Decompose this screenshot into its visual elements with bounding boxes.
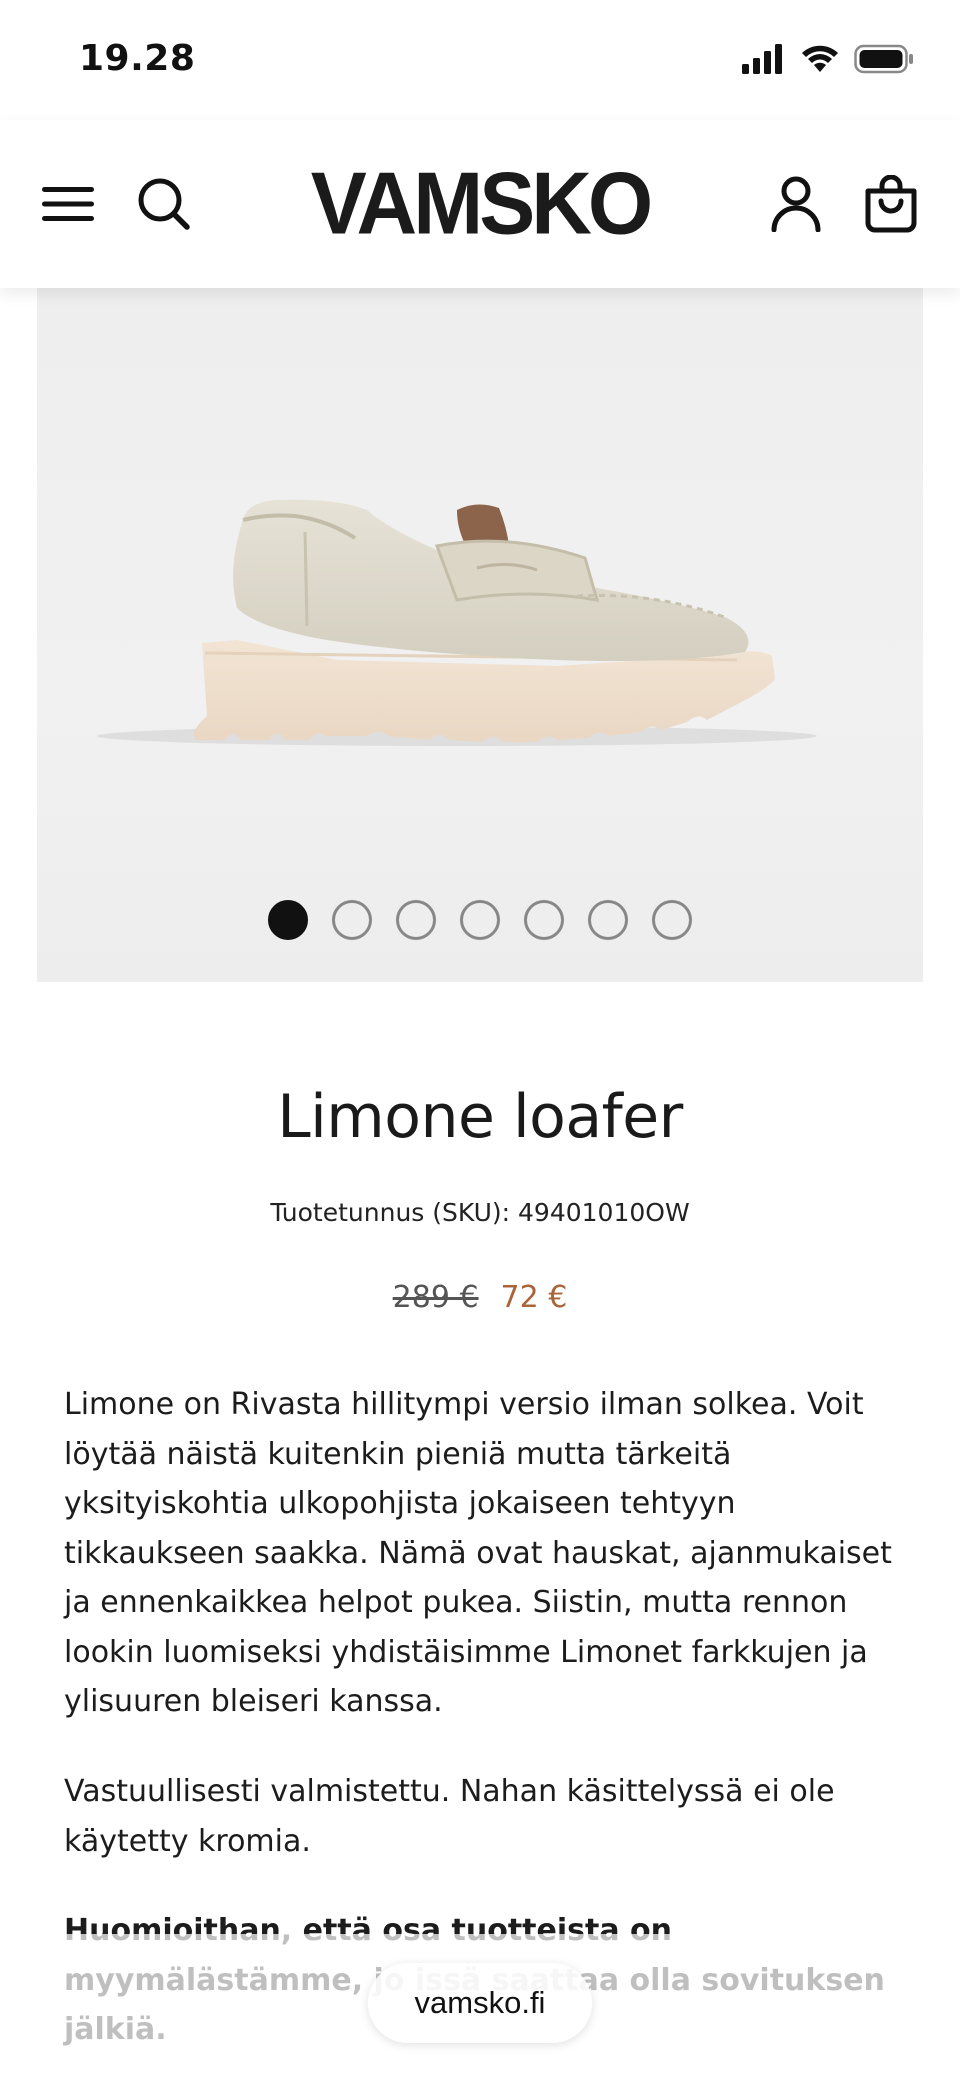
gallery-dot-2[interactable] [332,900,372,940]
address-bar[interactable]: vamsko.fi [368,1963,592,2043]
site-header: VAMSKO [0,120,960,288]
cart-button[interactable] [860,120,922,288]
battery-icon [854,44,913,74]
gallery-dot-3[interactable] [396,900,436,940]
original-price: 289 € [392,1280,479,1315]
gallery-dot-4[interactable] [460,900,500,940]
status-icons [742,44,914,74]
price-row: 289 € 72 € [0,1280,960,1315]
status-time: 19.28 [79,38,196,79]
signal-icon [742,44,782,74]
gallery-dot-5[interactable] [524,900,564,940]
gallery-dot-7[interactable] [652,900,692,940]
gallery-dot-1[interactable] [268,900,308,940]
shopping-bag-icon [865,175,917,233]
gallery-pagination [37,900,923,940]
wifi-icon [802,45,838,72]
product-title: Limone loafer [277,1082,683,1152]
sale-price: 72 € [500,1280,568,1315]
product-sku: Tuotetunnus (SKU): 49401010OW [270,1198,690,1227]
user-icon [771,176,821,232]
sustainability-note: Vastuullisesti valmistettu. Nahan käsitt… [64,1774,835,1859]
product-image [97,499,817,746]
product-description: Limone on Rivasta hillitympi versio ilma… [64,1387,892,1719]
status-bar: 19.28 [0,0,960,120]
account-button[interactable] [766,120,826,288]
product-gallery[interactable] [37,288,923,982]
gallery-dot-6[interactable] [588,900,628,940]
